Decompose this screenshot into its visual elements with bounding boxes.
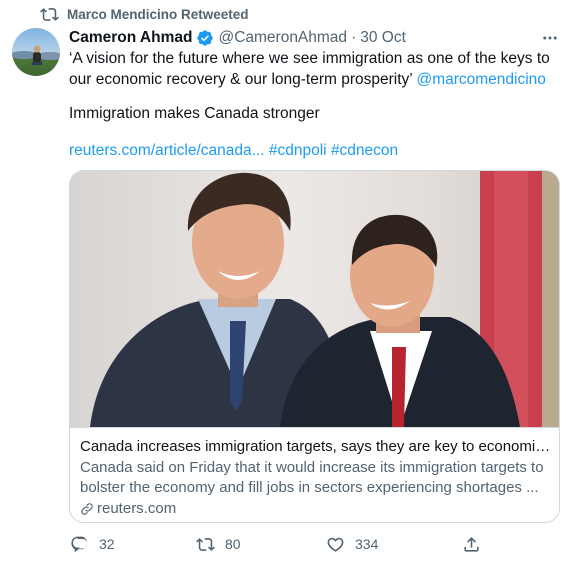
card-description: Canada said on Friday that it would incr… — [80, 459, 544, 496]
display-name[interactable]: Cameron Ahmad — [69, 29, 192, 47]
retweet-label[interactable]: Marco Mendicino Retweeted — [67, 7, 249, 22]
card-title: Canada increases immigration targets, sa… — [80, 438, 551, 455]
retweet-button[interactable]: 80 — [196, 532, 241, 556]
tweet-date[interactable]: 30 Oct — [360, 29, 406, 47]
heart-icon — [327, 537, 344, 552]
mention-link[interactable]: @marcomendicino — [416, 71, 545, 88]
tweet-links: reuters.com/article/canada... #cdnpoli #… — [69, 140, 565, 161]
tweet-text-quote: ‘A vision for the future where we see im… — [69, 48, 565, 90]
tweet-statement: Immigration makes Canada stronger — [69, 105, 320, 122]
reply-icon — [71, 536, 88, 552]
card-body[interactable]: Canada increases immigration targets, sa… — [70, 427, 559, 522]
retweet-context: Marco Mendicino Retweeted — [40, 5, 249, 23]
share-button[interactable] — [462, 532, 481, 556]
share-icon — [464, 536, 479, 552]
action-bar: 32 80 334 — [62, 532, 492, 556]
more-options-icon[interactable] — [538, 28, 562, 48]
link-icon — [81, 503, 93, 515]
reply-button[interactable]: 32 — [70, 532, 115, 556]
tweet-header: Cameron Ahmad @CameronAhmad · 30 Oct — [69, 28, 406, 48]
hashtag-link[interactable]: #cdnpoli — [269, 142, 327, 159]
reply-count: 32 — [99, 536, 115, 552]
tweet[interactable]: Marco Mendicino Retweeted Cameron Ahmad — [0, 0, 576, 565]
hashtag-link[interactable]: #cdnecon — [331, 142, 398, 159]
avatar[interactable] — [12, 28, 60, 76]
handle[interactable]: @CameronAhmad — [218, 29, 347, 47]
card-domain: reuters.com — [80, 499, 551, 519]
card-image[interactable] — [70, 171, 559, 427]
link-card[interactable]: Canada increases immigration targets, sa… — [69, 170, 560, 523]
separator-dot: · — [351, 29, 357, 46]
card-domain-label: reuters.com — [97, 500, 177, 517]
like-button[interactable]: 334 — [326, 532, 378, 556]
retweet-count: 80 — [225, 536, 241, 552]
like-count: 334 — [355, 536, 379, 552]
verified-badge-icon — [196, 29, 214, 47]
retweet-icon — [196, 537, 215, 551]
retweet-icon — [40, 7, 59, 21]
article-link[interactable]: reuters.com/article/canada... — [69, 142, 265, 159]
